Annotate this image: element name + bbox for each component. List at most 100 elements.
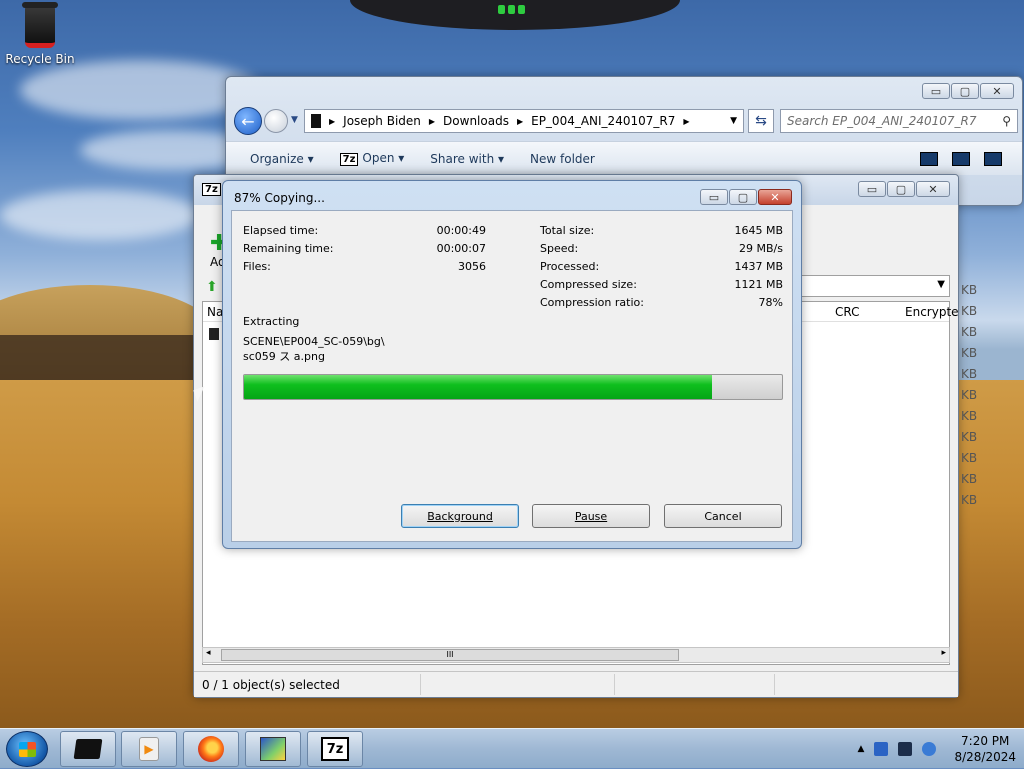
explorer-nav-row: ← ▼ ▶ Joseph Biden ▶ Downloads ▶ EP_004_… bbox=[234, 107, 1018, 135]
pause-button[interactable]: Pause bbox=[532, 504, 650, 528]
size-unit: KB bbox=[961, 367, 978, 381]
recycle-bin-desktop-icon[interactable]: Recycle Bin bbox=[4, 2, 76, 66]
path-dropdown-icon[interactable]: ▼ bbox=[937, 279, 945, 290]
taskbar-paint-button[interactable] bbox=[245, 731, 301, 767]
compression-ratio-label: Compression ratio: bbox=[540, 296, 644, 309]
breadcrumb-arrow-icon[interactable]: ▶ bbox=[683, 117, 689, 126]
progress-caption-buttons: ▭ ▢ ✕ bbox=[700, 189, 792, 205]
back-button[interactable]: ← bbox=[234, 107, 262, 135]
search-placeholder: Search EP_004_ANI_240107_R7 bbox=[787, 114, 977, 128]
cancel-button-label: Cancel bbox=[704, 509, 742, 523]
up-folder-icon[interactable]: ⬆ bbox=[206, 279, 218, 295]
clock[interactable]: 7:20 PM 8/28/2024 bbox=[954, 733, 1016, 765]
scrollbar-thumb[interactable]: III bbox=[221, 649, 679, 661]
organize-menu[interactable]: Organize ▾ bbox=[250, 152, 314, 166]
breadcrumb-item[interactable]: Joseph Biden bbox=[343, 114, 421, 128]
total-size-label: Total size: bbox=[540, 224, 595, 237]
open-menu[interactable]: 7z Open ▾ bbox=[339, 151, 404, 166]
share-with-menu[interactable]: Share with ▾ bbox=[430, 152, 504, 166]
column-header-name[interactable]: Na bbox=[207, 305, 223, 319]
taskbar-firefox-button[interactable] bbox=[183, 731, 239, 767]
taskbar-seven-zip-button[interactable]: 7z bbox=[307, 731, 363, 767]
taskbar-explorer-button[interactable] bbox=[60, 731, 116, 767]
cancel-button[interactable]: Cancel bbox=[664, 504, 782, 528]
size-unit: KB bbox=[961, 304, 978, 318]
scroll-right-icon[interactable]: ▸ bbox=[941, 648, 946, 658]
breadcrumb-arrow-icon[interactable]: ▶ bbox=[329, 117, 335, 126]
new-folder-button[interactable]: New folder bbox=[530, 152, 595, 166]
progress-dialog-title: 87% Copying... bbox=[234, 191, 325, 205]
recent-pages-dropdown-icon[interactable]: ▼ bbox=[291, 115, 298, 125]
background-button[interactable]: Background bbox=[401, 504, 519, 528]
speed-value: 29 MB/s bbox=[739, 242, 783, 255]
show-hidden-icons-icon[interactable]: ▲ bbox=[858, 744, 865, 754]
address-dropdown-icon[interactable]: ▼ bbox=[730, 116, 737, 126]
cloud bbox=[0, 190, 200, 240]
status-divider bbox=[420, 674, 421, 695]
files-value: 3056 bbox=[458, 260, 486, 273]
folder-icon bbox=[311, 114, 321, 128]
progress-close-button[interactable]: ✕ bbox=[758, 189, 792, 205]
processed-label: Processed: bbox=[540, 260, 600, 273]
explorer-close-button[interactable]: ✕ bbox=[980, 83, 1014, 99]
size-unit: KB bbox=[961, 283, 978, 297]
change-view-icon[interactable] bbox=[920, 151, 938, 166]
file-manager-maximize-button[interactable]: ▢ bbox=[887, 181, 915, 197]
breadcrumb-arrow-icon[interactable]: ▶ bbox=[517, 117, 523, 126]
size-unit: KB bbox=[961, 346, 978, 360]
column-header-encrypted[interactable]: Encrypte bbox=[905, 305, 959, 319]
current-file-name: sc059 ス a.png bbox=[243, 350, 325, 363]
column-header-crc[interactable]: CRC bbox=[835, 305, 860, 319]
address-bar[interactable]: ▶ Joseph Biden ▶ Downloads ▶ EP_004_ANI_… bbox=[304, 109, 744, 133]
seven-zip-icon: 7z bbox=[339, 153, 359, 166]
file-manager-caption-buttons: ▭ ▢ ✕ bbox=[858, 181, 950, 197]
volume-icon[interactable] bbox=[922, 742, 937, 756]
status-bar: 0 / 1 object(s) selected bbox=[194, 671, 958, 697]
total-size-value: 1645 MB bbox=[734, 224, 783, 237]
open-label: Open bbox=[362, 151, 395, 165]
explorer-caption-buttons: ▭ ▢ ✕ bbox=[922, 83, 1014, 99]
organize-label: Organize bbox=[250, 151, 304, 166]
progress-maximize-button[interactable]: ▢ bbox=[729, 189, 757, 205]
cloud bbox=[20, 60, 260, 120]
search-input[interactable]: Search EP_004_ANI_240107_R7 ⚲ bbox=[780, 109, 1018, 133]
progress-dialog-body: Elapsed time: 00:00:49 Remaining time: 0… bbox=[231, 210, 793, 542]
size-unit: KB bbox=[961, 493, 978, 507]
files-label: Files: bbox=[243, 260, 271, 273]
wallpaper-green-lights bbox=[498, 5, 526, 17]
view-controls bbox=[920, 151, 1022, 166]
explorer-maximize-button[interactable]: ▢ bbox=[951, 83, 979, 99]
size-unit: KB bbox=[961, 325, 978, 339]
processed-value: 1437 MB bbox=[734, 260, 783, 273]
system-tray: ▲ 7:20 PM 8/28/2024 bbox=[858, 729, 1016, 769]
breadcrumb-item[interactable]: EP_004_ANI_240107_R7 bbox=[531, 114, 675, 128]
recycle-bin-label: Recycle Bin bbox=[5, 52, 75, 66]
compressed-size-value: 1121 MB bbox=[734, 278, 783, 291]
search-icon[interactable]: ⚲ bbox=[1002, 114, 1011, 128]
start-button-windows-icon[interactable] bbox=[6, 731, 48, 767]
status-text: 0 / 1 object(s) selected bbox=[202, 678, 340, 692]
horizontal-scrollbar[interactable]: ◂ III ▸ bbox=[202, 647, 950, 663]
preview-pane-icon[interactable] bbox=[952, 151, 970, 166]
current-file-path: SCENE\EP004_SC-059\bg\ bbox=[243, 335, 385, 348]
help-icon[interactable] bbox=[984, 151, 1002, 166]
clock-date: 8/28/2024 bbox=[954, 750, 1016, 764]
background-button-label: Background bbox=[427, 509, 493, 523]
taskbar-media-player-button[interactable]: ▶ bbox=[121, 731, 177, 767]
elapsed-time-value: 00:00:49 bbox=[436, 224, 486, 237]
network-icon[interactable] bbox=[898, 742, 913, 756]
command-bar: Organize ▾ 7z Open ▾ Share with ▾ New fol… bbox=[226, 141, 1022, 175]
refresh-button[interactable]: ⇆ bbox=[748, 109, 774, 133]
progress-minimize-button[interactable]: ▭ bbox=[700, 189, 728, 205]
size-unit: KB bbox=[961, 451, 978, 465]
action-center-icon[interactable] bbox=[874, 742, 889, 756]
explorer-icon bbox=[73, 739, 103, 759]
breadcrumb-arrow-icon[interactable]: ▶ bbox=[429, 117, 435, 126]
forward-button[interactable] bbox=[264, 109, 288, 133]
breadcrumb-item[interactable]: Downloads bbox=[443, 114, 509, 128]
file-manager-minimize-button[interactable]: ▭ bbox=[858, 181, 886, 197]
scroll-left-icon[interactable]: ◂ bbox=[206, 648, 211, 658]
file-manager-close-button[interactable]: ✕ bbox=[916, 181, 950, 197]
explorer-minimize-button[interactable]: ▭ bbox=[922, 83, 950, 99]
remaining-time-value: 00:00:07 bbox=[436, 242, 486, 255]
